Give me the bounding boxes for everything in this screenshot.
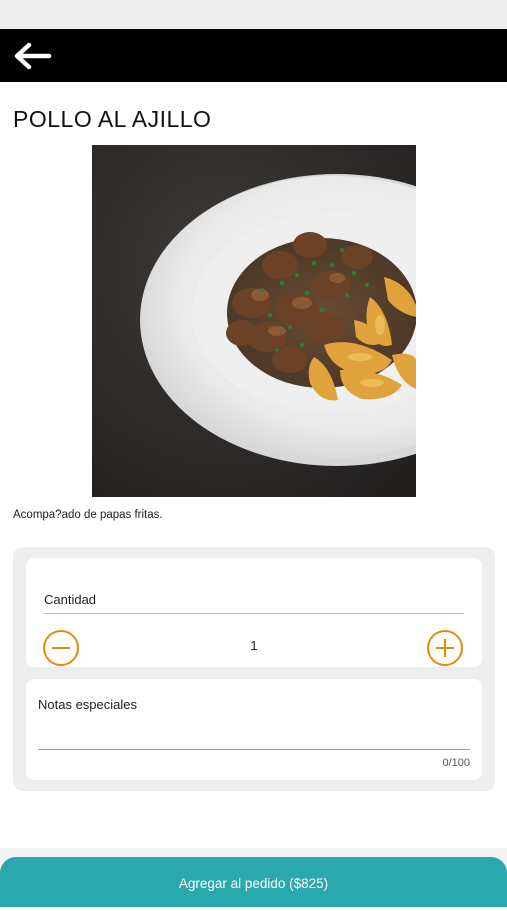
increase-quantity-button[interactable] <box>426 629 464 667</box>
status-bar <box>0 0 507 29</box>
back-button[interactable] <box>10 37 54 75</box>
quantity-value: 1 <box>250 638 258 653</box>
notes-char-counter: 0/100 <box>442 757 470 769</box>
quantity-card: Cantidad 1 <box>26 558 482 667</box>
app-bar <box>0 29 507 82</box>
options-panel: Cantidad 1 Notas especiales 0/100 <box>13 547 495 791</box>
arrow-left-icon <box>14 42 52 70</box>
quantity-label: Cantidad <box>44 592 97 607</box>
product-title: POLLO AL AJILLO <box>13 106 212 132</box>
notes-label: Notas especiales <box>38 697 137 712</box>
product-image <box>92 145 416 497</box>
quantity-divider <box>44 613 464 614</box>
notes-card: Notas especiales 0/100 <box>26 679 482 780</box>
special-notes-input[interactable] <box>38 719 470 750</box>
plus-circle-icon <box>427 630 463 666</box>
product-description: Acompa?ado de papas fritas. <box>13 509 163 521</box>
